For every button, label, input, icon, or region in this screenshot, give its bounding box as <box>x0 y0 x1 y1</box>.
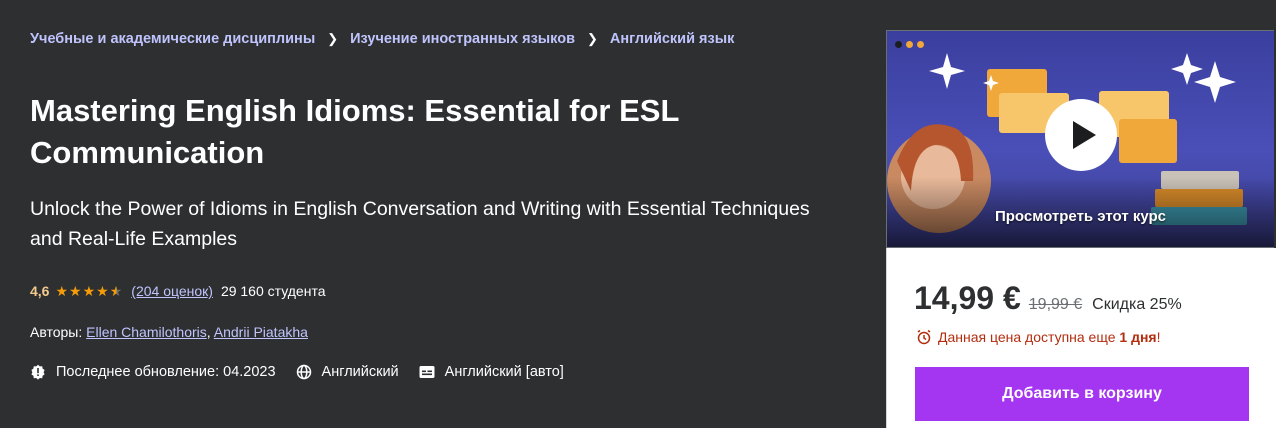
breadcrumb-item-languages[interactable]: Изучение иностранных языков <box>350 31 575 47</box>
course-subtitle: Unlock the Power of Idioms in English Co… <box>30 198 810 250</box>
globe-icon <box>296 364 311 380</box>
last-updated-text: Последнее обновление: 04.2023 <box>56 364 276 380</box>
authors-row: Авторы: Ellen Chamilothoris, Andrii Piat… <box>30 324 308 340</box>
star-rating: ★ ★ ★ ★ ★ <box>55 284 123 298</box>
play-icon <box>1072 121 1096 149</box>
rating-row: 4,6 ★ ★ ★ ★ ★ (204 оценок) 29 160 студен… <box>30 283 325 299</box>
star-icon: ★ <box>82 283 96 299</box>
chevron-right-icon: ❯ <box>327 31 339 46</box>
student-count: 29 160 студента <box>220 283 326 299</box>
last-updated: Последнее обновление: 04.2023 <box>30 364 276 380</box>
purchase-panel: 14,99 € 19,99 € Скидка 25% Данная цена д… <box>886 248 1276 428</box>
preview-caption: Просмотреть этот курс <box>994 208 1167 225</box>
chevron-right-icon: ❯ <box>587 31 598 46</box>
discount-label: Скидка 25% <box>1092 296 1182 313</box>
breadcrumb-item-academics[interactable]: Учебные и академические дисциплины <box>30 31 315 47</box>
course-captions: Английский [авто] <box>419 364 564 380</box>
meta-row: Последнее обновление: 04.2023 Английский… <box>30 364 584 380</box>
half-star-icon: ★ <box>109 283 123 299</box>
play-button[interactable] <box>1045 99 1117 171</box>
course-title: Mastering English Idioms: Essential for … <box>30 93 679 170</box>
star-icon: ★ <box>96 283 109 299</box>
price-timer: Данная цена доступна еще 1 дня! <box>916 329 1160 345</box>
language-text: Английский <box>321 364 399 380</box>
course-language: Английский <box>296 364 399 380</box>
closed-captions-icon <box>419 366 435 378</box>
author-link[interactable]: Ellen Chamilothoris <box>86 324 207 340</box>
current-price: 14,99 € <box>914 280 1021 316</box>
captions-text: Английский [авто] <box>444 364 564 380</box>
breadcrumb: Учебные и академические дисциплины ❯ Изу… <box>30 31 734 47</box>
author-separator: , <box>206 324 214 340</box>
timer-text: Данная цена доступна еще 1 дня! <box>938 329 1161 345</box>
add-to-cart-button[interactable]: Добавить в корзину <box>915 367 1249 421</box>
course-preview[interactable]: Просмотреть этот курс <box>886 30 1274 248</box>
rating-value: 4,6 <box>30 283 50 299</box>
authors-label: Авторы: <box>30 324 83 340</box>
star-icon: ★ <box>55 283 69 299</box>
rating-count-link[interactable]: (204 оценок) <box>131 283 213 299</box>
star-icon: ★ <box>69 283 82 299</box>
alert-badge-icon <box>31 364 45 380</box>
author-link[interactable]: Andrii Piatakha <box>214 324 308 340</box>
breadcrumb-item-english[interactable]: Английский язык <box>610 31 734 47</box>
original-price: 19,99 € <box>1028 296 1083 313</box>
alarm-clock-icon <box>917 329 931 345</box>
price-row: 14,99 € 19,99 € Скидка 25% <box>914 280 1182 317</box>
